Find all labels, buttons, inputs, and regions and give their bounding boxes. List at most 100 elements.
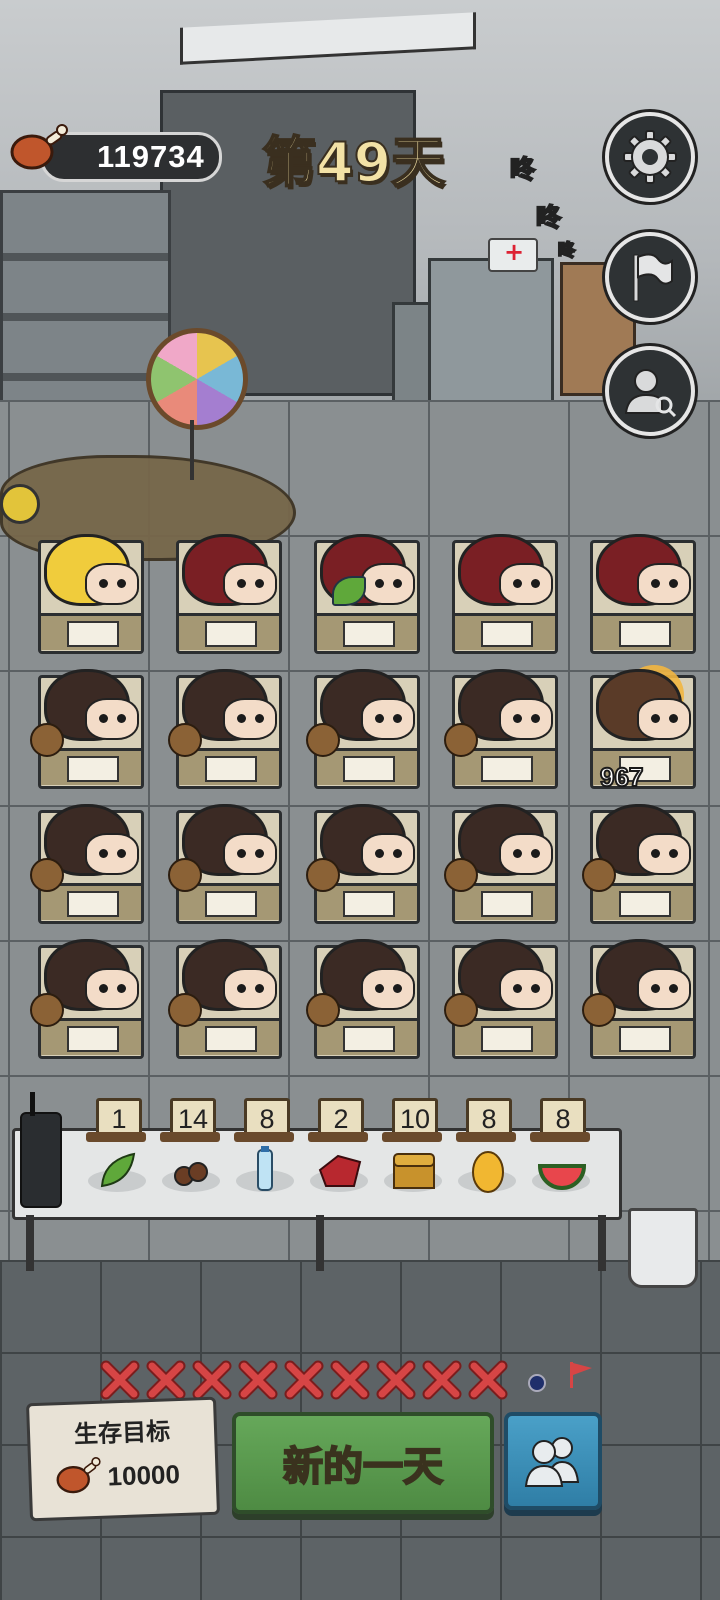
grid-cell[interactable] (298, 800, 426, 926)
grid-cell[interactable] (160, 665, 288, 791)
hooded-girl-character (458, 534, 553, 606)
resource-value: 119734 (97, 139, 205, 174)
nameplate (343, 756, 395, 782)
gourd-icon (168, 993, 202, 1027)
grid-cell[interactable] (436, 800, 564, 926)
gourd-icon (444, 993, 478, 1027)
settings-button[interactable] (605, 112, 695, 202)
nameplate (343, 891, 395, 917)
new-day-button[interactable]: 新的一天 (232, 1412, 494, 1514)
treasure-chest-icon (393, 1153, 435, 1189)
watermelon-icon (538, 1164, 586, 1190)
nameplate (343, 621, 395, 647)
injured-survivor-character (596, 669, 691, 741)
grid-cell[interactable] (574, 935, 702, 1061)
wheel-stand (190, 420, 194, 480)
lucky-wheel[interactable] (146, 328, 248, 430)
nameplate (619, 1026, 671, 1052)
meat-icon (10, 124, 68, 170)
failed-day-cross-icon (100, 1360, 140, 1400)
inventory-item[interactable]: 8 (528, 1098, 596, 1208)
survival-goal-card: 生存目标 10000 (25, 1396, 221, 1522)
knock-text-3: 咚 (557, 240, 576, 262)
grid-cell[interactable] (574, 800, 702, 926)
gourd-icon (30, 993, 64, 1027)
inventory-item[interactable]: 1 (84, 1098, 152, 1208)
gourd-icon (168, 858, 202, 892)
gourd-icon (306, 858, 340, 892)
mushroom-plate-icon (174, 1162, 208, 1186)
nameplate (481, 756, 533, 782)
grid-cell[interactable] (436, 935, 564, 1061)
hp-label: 967 (599, 761, 644, 793)
inventory-item[interactable]: 14 (158, 1098, 226, 1208)
herb-leaf-icon (100, 1152, 136, 1188)
grid-cell[interactable] (298, 665, 426, 791)
grid-cell[interactable] (22, 935, 150, 1061)
grid-cell[interactable] (22, 800, 150, 926)
flag-button[interactable] (605, 232, 695, 322)
knock-text-2: 咚 (535, 202, 562, 233)
nameplate (205, 891, 257, 917)
nameplate (619, 891, 671, 917)
nameplate (67, 1026, 119, 1052)
radiation-icon (0, 484, 40, 524)
nameplate (619, 621, 671, 647)
table-legs (26, 1215, 606, 1271)
game-scene: 119734 第49天 咚 (0, 0, 720, 1600)
grid-cell[interactable] (160, 530, 288, 656)
user-search-button[interactable] (605, 346, 695, 436)
inventory-item[interactable]: 2 (306, 1098, 374, 1208)
nameplate (67, 756, 119, 782)
nameplate (67, 891, 119, 917)
gourd-icon (168, 723, 202, 757)
bucket-icon (628, 1208, 698, 1288)
nameplate (205, 756, 257, 782)
water-bottle-icon (257, 1146, 273, 1191)
failed-day-cross-icon (238, 1360, 278, 1400)
hooded-girl-character (596, 534, 691, 606)
group-icon (524, 1437, 580, 1487)
grid-cell[interactable] (160, 935, 288, 1061)
nameplate (205, 1026, 257, 1052)
knock-text-1: 咚 (509, 154, 536, 185)
failed-day-cross-icon (330, 1360, 370, 1400)
settings-gear-icon (623, 130, 677, 184)
gourd-icon (582, 858, 616, 892)
medkit-icon (488, 238, 538, 272)
failed-day-cross-icon (468, 1360, 508, 1400)
nameplate (481, 1026, 533, 1052)
team-button[interactable] (504, 1412, 602, 1510)
day-title: 第49天 (261, 130, 446, 195)
gourd-icon (30, 858, 64, 892)
grid-cell[interactable] (298, 935, 426, 1061)
goal-value: 10000 (107, 1459, 181, 1492)
grid-cell[interactable] (298, 530, 426, 656)
gourd-icon (444, 723, 478, 757)
meat-icon (56, 1457, 101, 1494)
grid-cell[interactable] (436, 530, 564, 656)
survivor-grid (22, 530, 712, 1070)
nameplate (343, 1026, 395, 1052)
golden-egg-icon (472, 1151, 504, 1193)
goal-flag-icon (570, 1362, 592, 1388)
grid-cell[interactable] (22, 530, 150, 656)
walkie-talkie-icon[interactable] (20, 1092, 62, 1208)
gourd-icon (30, 723, 64, 757)
user-search-icon (624, 369, 677, 418)
inventory-item[interactable]: 8 (232, 1098, 300, 1208)
hooded-girl-character (182, 534, 277, 606)
nameplate (481, 891, 533, 917)
inventory-item[interactable]: 8 (454, 1098, 522, 1208)
grid-cell[interactable] (160, 800, 288, 926)
gourd-icon (582, 993, 616, 1027)
gourd-icon (306, 723, 340, 757)
inventory-item[interactable]: 10 (380, 1098, 448, 1208)
nameplate (205, 621, 257, 647)
failed-day-cross-icon (376, 1360, 416, 1400)
grid-cell[interactable] (436, 665, 564, 791)
failed-day-cross-icon (422, 1360, 462, 1400)
grid-cell[interactable] (574, 530, 702, 656)
goal-label: 生存目标 (73, 1417, 171, 1449)
grid-cell[interactable] (22, 665, 150, 791)
